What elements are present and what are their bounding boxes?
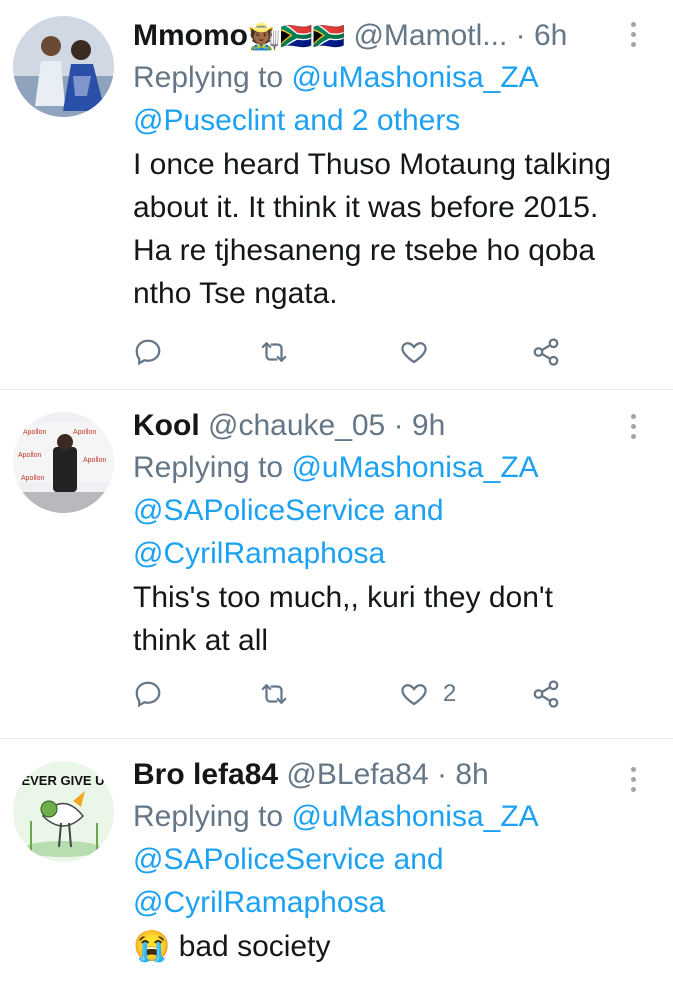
name-emoji: 🧑🏾‍🌾🇿🇦🇿🇦 xyxy=(248,21,346,51)
replying-others-link[interactable]: @Puseclint and 2 others xyxy=(133,99,653,142)
avatar[interactable]: EVER GIVE U xyxy=(13,761,114,862)
tweet-text-line: I once heard Thuso Motaung talking xyxy=(133,148,612,181)
replying-user-link[interactable]: @SAPoliceService and xyxy=(133,838,653,881)
share-button[interactable] xyxy=(531,676,561,712)
timestamp[interactable]: · 9h xyxy=(394,409,446,442)
like-count: 2 xyxy=(443,680,457,707)
share-icon xyxy=(533,680,559,708)
tweet-text-line: 😭 bad society xyxy=(133,930,331,963)
tweet-text-line: ntho Tse ngata. xyxy=(133,277,338,310)
retweet-button[interactable] xyxy=(259,676,289,712)
retweet-button[interactable] xyxy=(259,334,289,370)
retweet-icon xyxy=(261,684,287,704)
tweet-actions xyxy=(133,334,573,370)
avatar[interactable] xyxy=(13,16,114,117)
svg-text:Apollon: Apollon xyxy=(21,475,44,482)
replying-to: Replying to @uMashonisa_ZA xyxy=(133,56,653,99)
svg-text:Apollon: Apollon xyxy=(23,429,46,436)
display-name[interactable]: Mmomo xyxy=(133,19,248,52)
tweet[interactable]: EVER GIVE U Bro lefa84 @BLefa84 · 8h Rep… xyxy=(0,739,673,985)
tweet-text: This's too much,, kuri they don't think … xyxy=(133,576,653,662)
tweet-header: Mmomo🧑🏾‍🌾🇿🇦🇿🇦 @Mamotl... · 6h xyxy=(133,16,653,56)
replying-user-link[interactable]: @uMashonisa_ZA xyxy=(291,800,538,833)
tweet[interactable]: Apollon Apollon Apollon Apollon Apollon … xyxy=(0,390,673,739)
tweet-text-line: think at all xyxy=(133,624,269,657)
avatar-text: EVER GIVE U xyxy=(21,773,104,788)
replying-prefix: Replying to xyxy=(133,61,284,94)
timestamp[interactable]: · 6h xyxy=(516,19,568,52)
replying-user-link[interactable]: @uMashonisa_ZA xyxy=(291,451,538,484)
tweet[interactable]: Mmomo🧑🏾‍🌾🇿🇦🇿🇦 @Mamotl... · 6h Replying t… xyxy=(0,0,673,390)
timestamp[interactable]: · 8h xyxy=(437,758,489,791)
tweet-header: Bro lefa84 @BLefa84 · 8h xyxy=(133,755,653,795)
tweet-text-line: This's too much,, kuri they don't xyxy=(133,581,553,614)
reply-icon xyxy=(135,681,161,708)
retweet-icon xyxy=(261,342,287,362)
display-name[interactable]: Bro lefa84 xyxy=(133,758,278,791)
tweet-content: Mmomo🧑🏾‍🌾🇿🇦🇿🇦 @Mamotl... · 6h Replying t… xyxy=(133,16,653,315)
svg-text:Apollon: Apollon xyxy=(83,457,106,464)
tweet-content: Kool @chauke_05 · 9h Replying to @uMasho… xyxy=(133,406,653,662)
share-icon xyxy=(533,338,559,366)
like-icon xyxy=(401,342,427,364)
reply-button[interactable] xyxy=(133,334,163,370)
replying-to: Replying to @uMashonisa_ZA xyxy=(133,446,653,489)
avatar[interactable]: Apollon Apollon Apollon Apollon Apollon xyxy=(13,412,114,513)
tweet-text: I once heard Thuso Motaung talking about… xyxy=(133,143,653,315)
share-button[interactable] xyxy=(531,334,561,370)
like-button[interactable]: 2 xyxy=(399,676,456,712)
reply-button[interactable] xyxy=(133,676,163,712)
tweet-actions: 2 xyxy=(133,676,573,712)
replying-user-link[interactable]: @CyrilRamaphosa xyxy=(133,532,653,575)
replying-prefix: Replying to xyxy=(133,800,284,833)
replying-prefix: Replying to xyxy=(133,451,284,484)
like-icon xyxy=(401,684,427,706)
replying-user-link[interactable]: @SAPoliceService and xyxy=(133,489,653,532)
replying-user-link[interactable]: @CyrilRamaphosa xyxy=(133,881,653,924)
like-button[interactable] xyxy=(399,334,443,370)
reply-icon xyxy=(135,339,161,366)
tweet-text-line: about it. It think it was before 2015. xyxy=(133,191,599,224)
svg-text:Apollon: Apollon xyxy=(73,429,96,436)
replying-user-link[interactable]: @uMashonisa_ZA xyxy=(291,61,538,94)
tweet-header: Kool @chauke_05 · 9h xyxy=(133,406,653,446)
tweet-content: Bro lefa84 @BLefa84 · 8h Replying to @uM… xyxy=(133,755,653,968)
svg-text:Apollon: Apollon xyxy=(18,452,41,459)
replying-to: Replying to @uMashonisa_ZA xyxy=(133,795,653,838)
handle[interactable]: @BLefa84 xyxy=(286,758,428,791)
display-name[interactable]: Kool xyxy=(133,409,200,442)
handle[interactable]: @Mamotl... xyxy=(353,19,507,52)
handle[interactable]: @chauke_05 xyxy=(208,409,385,442)
tweet-text: 😭 bad society xyxy=(133,925,653,968)
tweet-text-line: Ha re tjhesaneng re tsebe ho qoba xyxy=(133,234,595,267)
